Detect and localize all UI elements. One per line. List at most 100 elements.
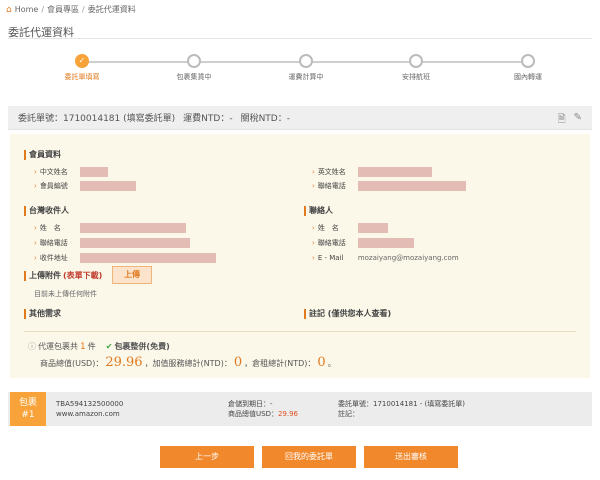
- tracking-number: TBA594132500000: [56, 400, 124, 408]
- upload-section-title: 上傳附件 (表單下載): [24, 271, 102, 281]
- chevron-right-icon: ›: [312, 239, 315, 247]
- redacted-value: [79, 253, 216, 263]
- upload-button[interactable]: 上傳: [112, 266, 152, 284]
- previous-step-button[interactable]: 上一步: [160, 446, 254, 468]
- step-5: 國內轉運: [488, 54, 568, 82]
- member-no-row: › 會員編號: [34, 180, 136, 192]
- redacted-value: [79, 181, 136, 191]
- package-order-number: 委託單號：1710014181 - (填寫委託單): [338, 400, 465, 408]
- receiver-name-row: › 姓 名: [34, 222, 186, 234]
- step-1: ✓ 委託單填寫: [42, 54, 122, 82]
- breadcrumb-members[interactable]: 會員專區: [47, 4, 79, 15]
- chevron-right-icon: ›: [312, 168, 315, 176]
- progress-steps: ✓ 委託單填寫 包裹集貨中 運費計算中 安排航班 國內轉運: [60, 54, 542, 84]
- storage-total-value: 0: [317, 355, 326, 370]
- receiver-phone-row: › 聯絡電話: [34, 237, 190, 249]
- package-value-label: 商品總值USD：: [228, 410, 278, 418]
- totals-end: 。: [327, 359, 336, 368]
- service-total-value: 0: [233, 355, 243, 370]
- breadcrumb-separator: /: [41, 5, 45, 14]
- field-label: 收件地址: [39, 254, 68, 262]
- contact-email-row: › E - Mail mozaiyang@mozaiyang.com: [312, 252, 459, 264]
- field-label: 中文姓名: [39, 168, 68, 176]
- field-label: 會員編號: [39, 182, 68, 190]
- chevron-right-icon: ›: [312, 254, 315, 262]
- package-badge-number: #1: [21, 410, 35, 420]
- no-attachment-text: 目前未上傳任何附件: [34, 290, 97, 298]
- field-label: E - Mail: [317, 254, 344, 262]
- field-label: 英文姓名: [317, 168, 346, 176]
- breadcrumb-current: 委託代運資料: [87, 5, 136, 14]
- breadcrumb-separator: /: [82, 5, 85, 14]
- contact-name-row: › 姓 名: [312, 222, 388, 234]
- edit-icon[interactable]: ✎: [574, 112, 582, 129]
- storage-total-label: ，倉租總計(NTD)：: [244, 359, 316, 368]
- tax-fee: 關稅NTD：-: [240, 114, 290, 124]
- redacted-value: [357, 238, 414, 248]
- redacted-value: [79, 238, 190, 248]
- form-download-link[interactable]: (表單下載): [63, 271, 102, 281]
- receiver-address-row: › 收件地址: [34, 252, 216, 264]
- warehouse-expiry: 倉儲到期日：-: [228, 400, 273, 408]
- order-detail-panel: 會員資料 › 中文姓名 › 會員編號 › 英文姓名 › 聯絡電話 台灣收件人 ›…: [10, 134, 590, 378]
- step-dot: [187, 54, 201, 68]
- action-buttons: 上一步 回我的委託單 送出審核: [160, 446, 458, 468]
- step-dot: [299, 54, 313, 68]
- back-to-orders-button[interactable]: 回我的委託單: [262, 446, 356, 468]
- package-value: 商品總值USD：29.96: [228, 409, 298, 419]
- member-en-name-row: › 英文姓名: [312, 166, 432, 178]
- package-row: 包裹 #1 TBA594132500000 www.amazon.com 倉儲到…: [8, 392, 592, 426]
- breadcrumb-home[interactable]: Home: [15, 5, 39, 14]
- package-note: 註記：: [338, 410, 359, 418]
- member-cn-name-row: › 中文姓名: [34, 166, 108, 178]
- redacted-value: [357, 181, 466, 191]
- contact-phone-row: › 聯絡電話: [312, 237, 414, 249]
- step-2: 包裹集貨中: [154, 54, 234, 82]
- package-source: TBA594132500000 www.amazon.com: [56, 399, 123, 419]
- step-label: 包裹集貨中: [176, 73, 212, 81]
- step-label: 安排航班: [402, 73, 430, 81]
- field-label: 聯絡電話: [39, 239, 68, 247]
- title-divider: [8, 38, 592, 39]
- service-total-label: ，加值服務總計(NTD)：: [144, 359, 232, 368]
- member-section-title: 會員資料: [24, 150, 61, 160]
- package-merge-status: 包裹整併(免費): [114, 342, 170, 351]
- goods-total-value: 29.96: [105, 355, 143, 370]
- redacted-value: [357, 167, 432, 177]
- chevron-right-icon: ›: [34, 224, 37, 232]
- step-4: 安排航班: [376, 54, 456, 82]
- step-label: 運費計算中: [288, 73, 324, 81]
- package-count-suffix: 件: [87, 342, 96, 351]
- step-label: 委託單填寫: [64, 73, 100, 81]
- step-label: 國內轉運: [514, 73, 542, 81]
- totals-line: 商品總值(USD)： 29.96 ，加值服務總計(NTD)： 0 ，倉租總計(N…: [40, 355, 336, 370]
- package-value-number: 29.96: [277, 410, 299, 418]
- source-site: www.amazon.com: [56, 410, 120, 418]
- check-icon: ✓: [75, 54, 89, 68]
- step-dot: [521, 54, 535, 68]
- check-icon: ✔: [105, 342, 113, 351]
- other-needs-title: 其他需求: [24, 309, 61, 319]
- document-icon[interactable]: 🗎: [558, 112, 566, 129]
- panel-divider: [24, 331, 576, 332]
- redacted-value: [79, 223, 186, 233]
- member-phone-row: › 聯絡電話: [312, 180, 466, 192]
- package-values: 倉儲到期日：- 商品總值USD：29.96: [228, 399, 298, 419]
- field-label: 聯絡電話: [317, 182, 346, 190]
- step-dot: [409, 54, 423, 68]
- upload-title: 上傳附件: [29, 271, 61, 280]
- home-icon: ⌂: [6, 4, 12, 15]
- chevron-right-icon: ›: [34, 239, 37, 247]
- chevron-right-icon: ›: [34, 168, 37, 176]
- submit-review-button[interactable]: 送出審核: [364, 446, 458, 468]
- package-count-number: 1: [80, 341, 86, 352]
- redacted-value: [357, 223, 388, 233]
- note-title: 註記 (僅供您本人查看): [304, 309, 391, 319]
- field-label: 姓 名: [39, 224, 61, 232]
- email-value: mozaiyang@mozaiyang.com: [357, 254, 459, 262]
- step-3: 運費計算中: [266, 54, 346, 82]
- field-label: 聯絡電話: [317, 239, 346, 247]
- package-badge-label: 包裹: [18, 398, 37, 408]
- breadcrumb: ⌂ Home / 會員專區 / 委託代運資料: [6, 4, 136, 15]
- package-badge: 包裹 #1: [10, 392, 46, 426]
